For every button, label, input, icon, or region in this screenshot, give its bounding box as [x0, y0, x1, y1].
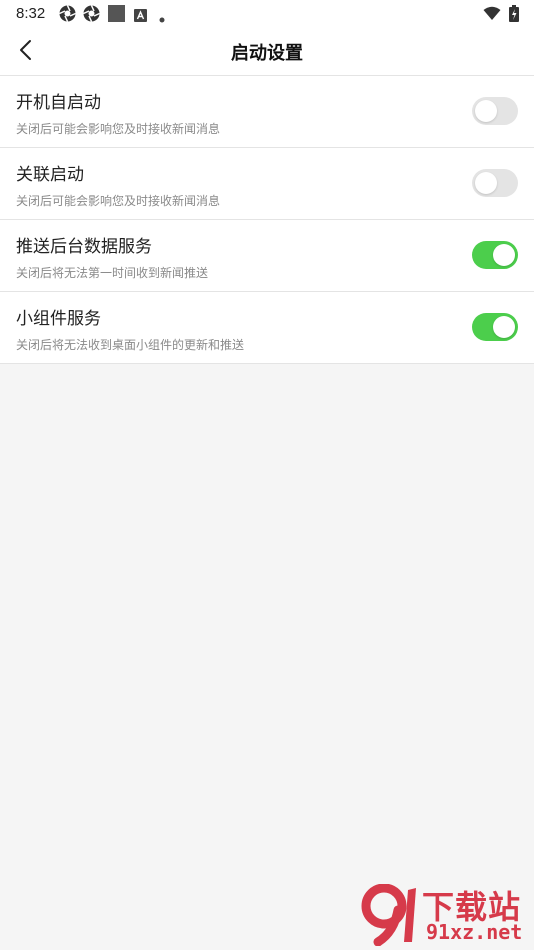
watermark-line2: 91xz.net [426, 920, 523, 944]
header: 启动设置 [0, 28, 534, 76]
battery-icon [509, 5, 519, 22]
aperture-icon [83, 5, 100, 22]
widget-service-toggle[interactable] [472, 313, 518, 341]
setting-title: 开机自启动 [16, 93, 101, 113]
dot-icon [158, 9, 166, 23]
toggle-knob [475, 172, 497, 194]
setting-title: 推送后台数据服务 [16, 237, 152, 257]
watermark: 下载站 91xz.net [360, 882, 532, 948]
square-icon [108, 5, 125, 22]
a-box-icon [134, 7, 151, 24]
setting-description: 关闭后可能会影响您及时接收新闻消息 [16, 194, 221, 208]
associated-start-toggle[interactable] [472, 169, 518, 197]
setting-description: 关闭后将无法收到桌面小组件的更新和推送 [16, 338, 245, 352]
aperture-icon [59, 5, 76, 22]
boot-autostart-toggle[interactable] [472, 97, 518, 125]
setting-row-push-background-service: 推送后台数据服务 关闭后将无法第一时间收到新闻推送 [0, 220, 534, 292]
setting-row-boot-autostart: 开机自启动 关闭后可能会影响您及时接收新闻消息 [0, 76, 534, 148]
toggle-knob [493, 244, 515, 266]
setting-description: 关闭后可能会影响您及时接收新闻消息 [16, 122, 221, 136]
settings-list: 开机自启动 关闭后可能会影响您及时接收新闻消息 关联启动 关闭后可能会影响您及时… [0, 76, 534, 364]
watermark-logo-icon [360, 883, 424, 947]
toggle-knob [493, 316, 515, 338]
setting-description: 关闭后将无法第一时间收到新闻推送 [16, 266, 209, 280]
page-title: 启动设置 [231, 43, 303, 64]
setting-row-widget-service: 小组件服务 关闭后将无法收到桌面小组件的更新和推送 [0, 292, 534, 364]
status-time: 8:32 [16, 5, 46, 22]
wifi-icon [483, 6, 501, 23]
status-bar: 8:32 [0, 0, 534, 28]
setting-row-associated-start: 关联启动 关闭后可能会影响您及时接收新闻消息 [0, 148, 534, 220]
setting-title: 小组件服务 [16, 309, 101, 329]
setting-title: 关联启动 [16, 165, 84, 185]
push-background-service-toggle[interactable] [472, 241, 518, 269]
toggle-knob [475, 100, 497, 122]
